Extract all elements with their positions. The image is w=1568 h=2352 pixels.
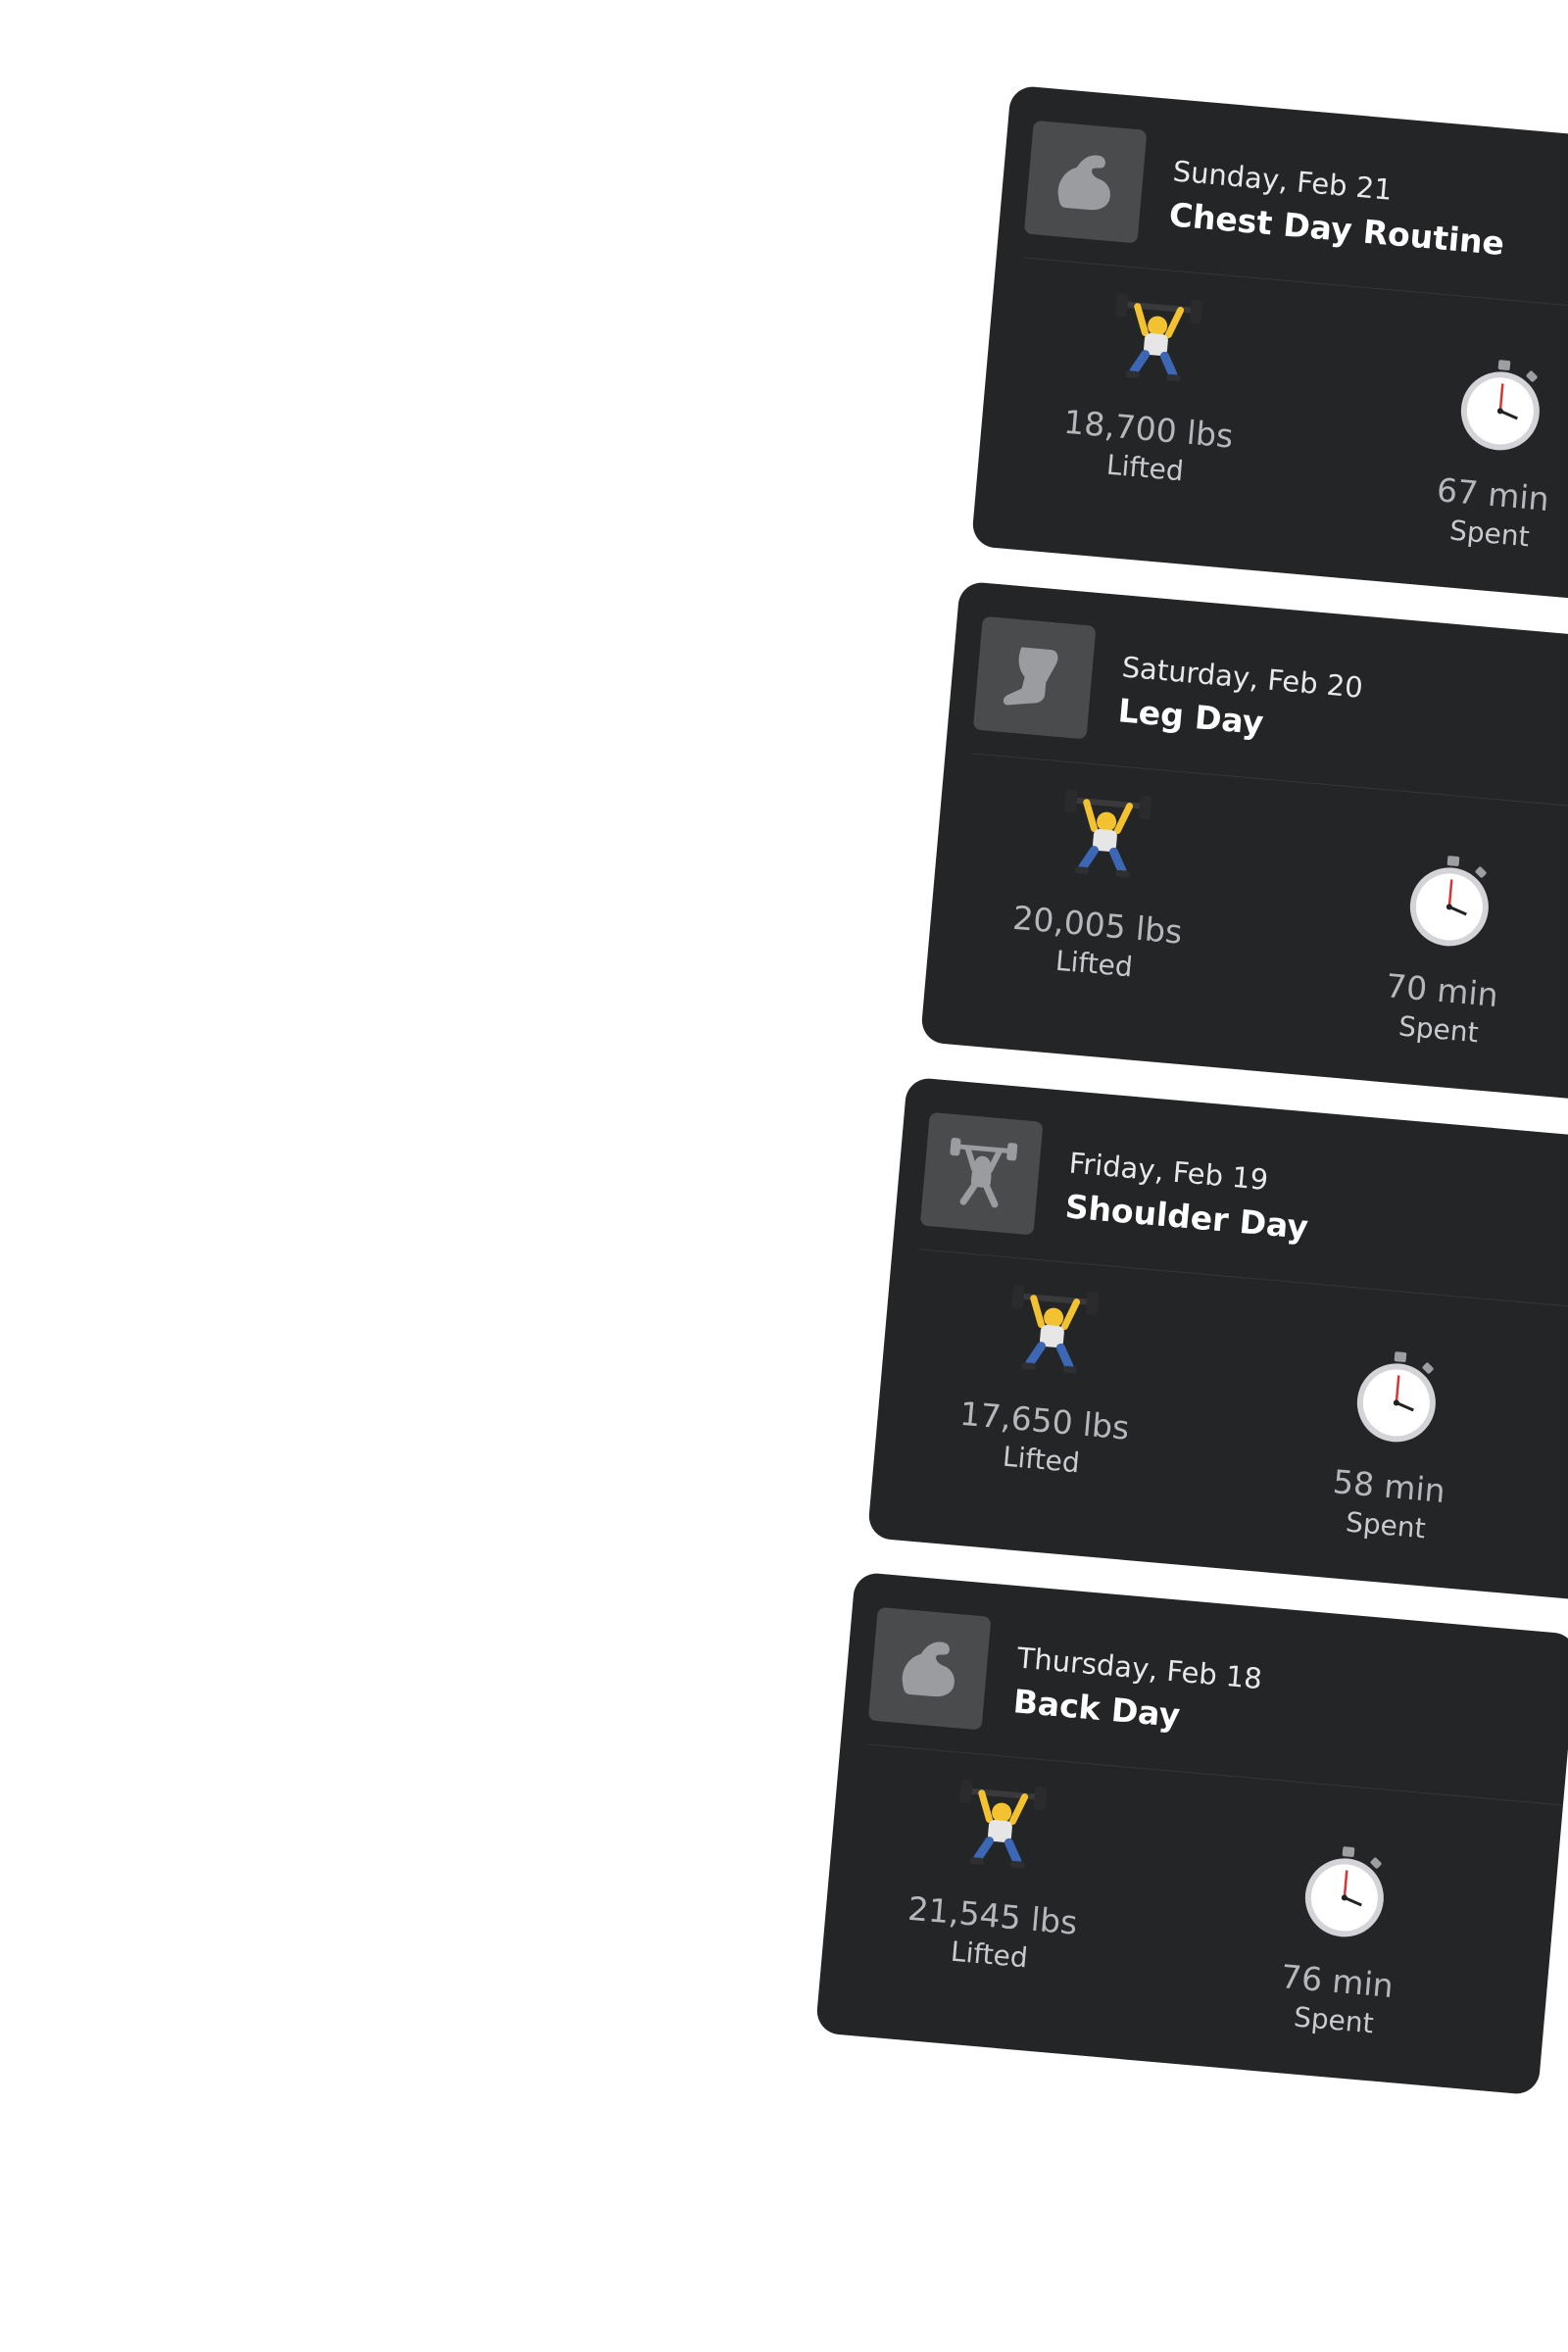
workout-card-shoulder[interactable]: Friday, Feb 19 Shoulder Day 17,650 lbs L… <box>866 1076 1568 1601</box>
stopwatch-icon <box>1356 1351 1436 1443</box>
stopwatch-icon <box>1409 856 1489 947</box>
stopwatch-icon <box>1304 1846 1384 1937</box>
stat-lifted: 18,700 lbs Lifted <box>1016 279 1287 495</box>
stat-time: 70 min Spent <box>1310 841 1568 1056</box>
stat-lifted: 17,650 lbs Lifted <box>912 1271 1183 1487</box>
stat-lifted: 21,545 lbs Lifted <box>860 1766 1131 1982</box>
weightlifter-icon <box>959 1780 1048 1869</box>
stat-time: 76 min Spent <box>1205 1832 1476 2047</box>
workout-title: Chest Day Routine <box>1167 195 1506 264</box>
workout-stats: 17,650 lbs Lifted 58 min Spent <box>867 1249 1568 1600</box>
stopwatch-icon <box>1460 360 1540 451</box>
workout-stats: 20,005 lbs Lifted 70 min Spent <box>920 753 1568 1104</box>
workout-stats: 18,700 lbs Lifted 67 min Spent <box>971 257 1568 609</box>
weightlifter-icon <box>1064 789 1152 878</box>
workout-card-leg[interactable]: Saturday, Feb 20 Leg Day 20,005 lbs Lift… <box>919 580 1568 1105</box>
workout-title: Leg Day <box>1116 691 1265 743</box>
stat-time: 58 min Spent <box>1257 1337 1528 1552</box>
workout-stats: 21,545 lbs Lifted 76 min Spent <box>815 1743 1563 2095</box>
workout-title: Shoulder Day <box>1063 1187 1310 1247</box>
workout-card-back[interactable]: Thursday, Feb 18 Back Day 21,545 lbs Lif… <box>814 1571 1568 2096</box>
weightlifter-icon <box>1115 293 1203 382</box>
flexed-arm-icon <box>867 1606 992 1731</box>
flexed-arm-icon <box>1023 120 1148 244</box>
weightlifter-icon <box>919 1111 1044 1236</box>
workout-feed: Sunday, Feb 21 Chest Day Routine 18,700 … <box>0 0 1568 2352</box>
stat-time: 67 min Spent <box>1361 345 1568 561</box>
leg-icon <box>972 615 1097 740</box>
weightlifter-icon <box>1011 1285 1100 1374</box>
stat-lifted: 20,005 lbs Lifted <box>965 775 1236 991</box>
workout-card-chest[interactable]: Sunday, Feb 21 Chest Day Routine 18,700 … <box>970 84 1568 610</box>
workout-title: Back Day <box>1011 1682 1182 1735</box>
